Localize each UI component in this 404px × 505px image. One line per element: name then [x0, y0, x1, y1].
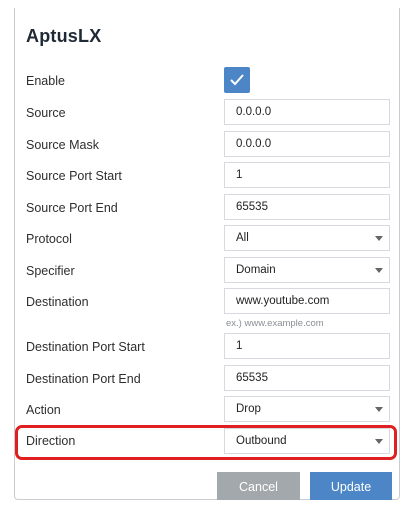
action-value: Drop [236, 403, 261, 415]
chevron-down-icon [375, 268, 383, 273]
direction-highlight-box [15, 425, 397, 460]
enable-checkbox[interactable] [224, 67, 250, 93]
protocol-value: All [236, 232, 249, 244]
cancel-button[interactable]: Cancel [217, 472, 300, 500]
source-mask-input[interactable]: 0.0.0.0 [224, 131, 390, 157]
source-port-end-label: Source Port End [26, 201, 118, 215]
action-select[interactable]: Drop [224, 396, 390, 422]
update-button[interactable]: Update [310, 472, 392, 500]
destination-port-end-input[interactable]: 65535 [224, 365, 390, 391]
chevron-down-icon [375, 236, 383, 241]
protocol-select[interactable]: All [224, 225, 390, 251]
protocol-label: Protocol [26, 232, 72, 246]
dialog-title: AptusLX [26, 26, 102, 46]
destination-hint: ex.) www.example.com [226, 318, 324, 329]
destination-port-start-label: Destination Port Start [26, 340, 145, 354]
source-port-end-input[interactable]: 65535 [224, 194, 390, 220]
destination-port-start-input[interactable]: 1 [224, 333, 390, 359]
destination-label: Destination [26, 295, 89, 309]
checkmark-icon [230, 74, 244, 86]
source-input[interactable]: 0.0.0.0 [224, 99, 390, 125]
source-mask-label: Source Mask [26, 138, 99, 152]
source-label: Source [26, 106, 66, 120]
source-port-start-label: Source Port Start [26, 169, 122, 183]
destination-port-end-label: Destination Port End [26, 372, 141, 386]
destination-input[interactable]: www.youtube.com [224, 288, 390, 314]
specifier-select[interactable]: Domain [224, 257, 390, 283]
source-port-start-input[interactable]: 1 [224, 162, 390, 188]
specifier-label: Specifier [26, 264, 75, 278]
specifier-value: Domain [236, 264, 276, 276]
action-label: Action [26, 403, 61, 417]
chevron-down-icon [375, 407, 383, 412]
enable-label: Enable [26, 74, 65, 88]
